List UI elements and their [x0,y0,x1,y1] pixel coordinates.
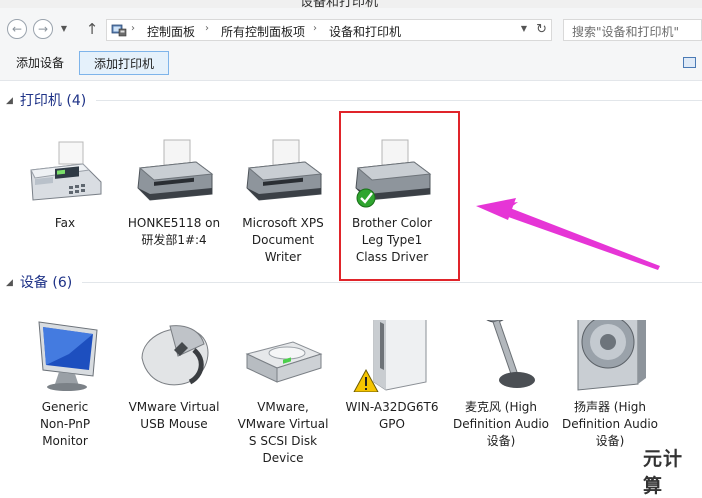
hard-disk-icon [245,341,323,383]
address-bar[interactable]: › 控制面板 › 所有控制面板项 › 设备和打印机 ▼ ↻ [106,19,552,41]
breadcrumb-separator[interactable]: › [131,23,135,34]
navigation-bar: ← → ▼ ↑ › 控制面板 › 所有控制面板项 › 设备和打印机 ▼ ↻ 搜索… [0,8,702,49]
computer-warning-icon [353,297,427,393]
device-item-scsi-disk[interactable]: VMware, VMware Virtual S SCSI Disk Devic… [231,320,335,467]
arrow-right-icon: → [37,22,49,36]
monitor-icon [38,321,98,391]
back-button[interactable]: ← [7,19,27,39]
window-title: 设备和打印机 [300,0,379,8]
device-label: 扬声器 (High Definition Audio 设备) [561,400,659,448]
up-button[interactable]: ↑ [84,20,100,38]
collapse-triangle-icon[interactable]: ◢ [6,96,13,106]
control-panel-icon [111,24,127,37]
device-item-microsoft-xps[interactable]: Microsoft XPS Document Writer [231,136,335,266]
add-printer-button[interactable]: 添加打印机 [79,51,169,75]
forward-button[interactable]: → [33,19,53,39]
collapse-triangle-icon[interactable]: ◢ [6,278,13,288]
printers-group-title: 打印机 (4) [19,93,87,109]
search-input[interactable]: 搜索"设备和打印机" [563,19,702,41]
mouse-icon [141,325,209,386]
speaker-icon [577,299,646,391]
printer-icon [137,139,214,201]
device-item-win-computer[interactable]: WIN-A32DG6T6 GPO [340,297,444,433]
group-divider [96,100,702,101]
annotation-arrow [476,198,660,270]
address-dropdown-icon[interactable]: ▼ [521,24,527,33]
device-label: Microsoft XPS Document Writer [242,216,324,264]
toolbar: 添加设备 添加打印机 [0,48,702,81]
highlight-box [339,111,460,281]
recent-locations-dropdown[interactable]: ▼ [59,23,69,35]
device-label: Generic Non-PnP Monitor [39,400,91,448]
breadcrumb-control-panel[interactable]: 控制面板 [147,23,195,40]
printer-icon [246,139,323,201]
device-label: 麦克风 (High Definition Audio 设备) [452,400,550,448]
breadcrumb-all-items[interactable]: 所有控制面板项 [221,23,305,40]
breadcrumb-separator[interactable]: › [313,23,317,34]
device-label: VMware, VMware Virtual S SCSI Disk Devic… [237,400,329,465]
fax-icon [30,141,102,201]
device-item-microphone[interactable]: 麦克风 (High Definition Audio 设备) [449,297,553,450]
device-label: WIN-A32DG6T6 GPO [345,400,439,431]
group-divider [82,282,702,283]
title-bar: 设备和打印机 [0,0,702,8]
printers-group-header[interactable]: ◢ 打印机 (4) [6,90,86,110]
microphone-icon [480,297,535,388]
device-label: Fax [54,216,76,230]
device-item-honke5118[interactable]: HONKE5118 on 研发部1#:4 [122,136,226,249]
device-item-usb-mouse[interactable]: VMware Virtual USB Mouse [122,320,226,433]
view-options-icon[interactable] [683,57,696,68]
arrow-up-icon: ↑ [85,20,99,38]
chevron-down-icon: ▼ [60,24,68,33]
devices-group-title: 设备 (6) [19,275,73,291]
add-device-button[interactable]: 添加设备 [8,51,72,75]
breadcrumb-devices-printers[interactable]: 设备和打印机 [329,23,401,40]
refresh-icon[interactable]: ↻ [536,22,547,37]
watermark: 元计算 [643,448,684,497]
device-item-fax[interactable]: Fax [13,136,117,232]
device-label: HONKE5118 on 研发部1#:4 [127,216,221,247]
device-item-monitor[interactable]: Generic Non-PnP Monitor [13,320,117,450]
devices-group-header[interactable]: ◢ 设备 (6) [6,272,72,292]
breadcrumb-separator[interactable]: › [205,23,209,34]
device-item-speaker[interactable]: 扬声器 (High Definition Audio 设备) [558,299,662,450]
device-label: VMware Virtual USB Mouse [128,400,220,431]
arrow-left-icon: ← [11,22,23,36]
